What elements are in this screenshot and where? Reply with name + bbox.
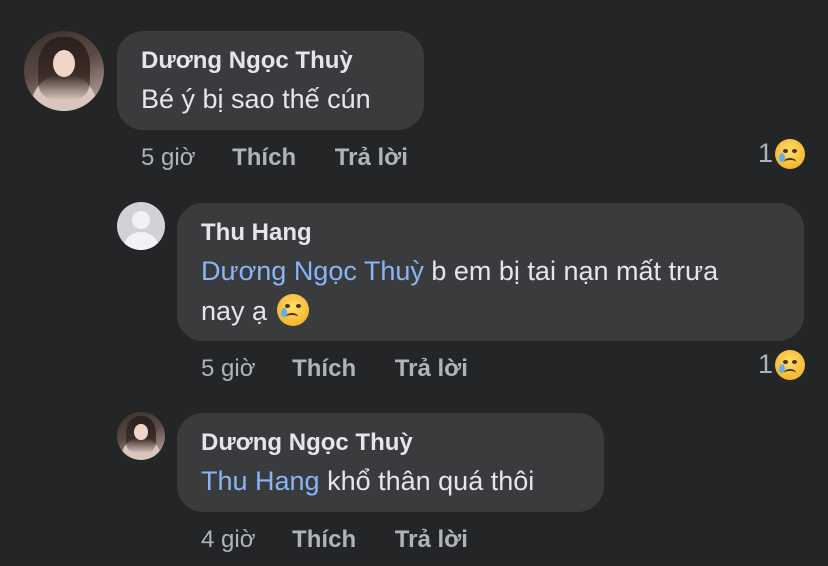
comment-text: Thu Hang khổ thân quá thôi: [201, 461, 534, 501]
sad-face-icon: [775, 138, 806, 169]
sad-face-icon: [775, 349, 806, 380]
avatar-body: [124, 231, 158, 250]
comment-time[interactable]: 5 giờ: [141, 144, 195, 171]
comment-text-body: khổ thân quá thôi: [319, 466, 535, 496]
reaction-count: 1: [758, 349, 774, 379]
reply-button[interactable]: Trả lời: [395, 526, 468, 553]
comment-bubble: Thu Hang Dương Ngọc Thuỳ b em bị tai nạn…: [177, 203, 804, 341]
reaction-count: 1: [758, 138, 774, 168]
comment-text-line1: b em bị tai nạn mất trưa: [423, 256, 719, 286]
comment-time[interactable]: 5 giờ: [201, 355, 255, 382]
reply-button[interactable]: Trả lời: [395, 355, 468, 382]
avatar[interactable]: [24, 31, 104, 111]
comment-bubble: Dương Ngọc Thuỳ Bé ý bị sao thế cún: [117, 31, 424, 130]
comment-text-body: Bé ý bị sao thế cún: [141, 84, 371, 114]
comment-text-line2: nay ạ: [201, 296, 268, 326]
avatar-face: [134, 423, 148, 440]
mention-link[interactable]: Dương Ngọc Thuỳ: [201, 256, 424, 286]
avatar[interactable]: [117, 202, 165, 250]
reaction-summary[interactable]: 1: [758, 138, 806, 169]
reply-button[interactable]: Trả lời: [335, 144, 408, 171]
comment-time[interactable]: 4 giờ: [201, 526, 255, 553]
comment-actions: 4 giờ Thích Trả lời: [201, 526, 468, 554]
avatar[interactable]: [117, 412, 165, 460]
comment-text: Dương Ngọc Thuỳ b em bị tai nạn mất trưa…: [201, 251, 791, 331]
like-button[interactable]: Thích: [292, 526, 356, 553]
comment-author[interactable]: Dương Ngọc Thuỳ: [201, 429, 413, 457]
like-button[interactable]: Thích: [232, 144, 296, 171]
mention-link[interactable]: Thu Hang: [201, 466, 320, 496]
comment-actions: 5 giờ Thích Trả lời: [141, 144, 408, 172]
comment-author[interactable]: Dương Ngọc Thuỳ: [141, 47, 353, 75]
reaction-summary[interactable]: 1: [758, 349, 806, 380]
like-button[interactable]: Thích: [292, 355, 356, 382]
comment-text: Bé ý bị sao thế cún: [141, 79, 371, 119]
avatar-head: [131, 210, 151, 229]
comment-bubble: Dương Ngọc Thuỳ Thu Hang khổ thân quá th…: [177, 413, 604, 512]
crying-face-icon: [276, 294, 309, 326]
comment-author[interactable]: Thu Hang: [201, 219, 312, 247]
comment-actions: 5 giờ Thích Trả lời: [201, 355, 468, 383]
